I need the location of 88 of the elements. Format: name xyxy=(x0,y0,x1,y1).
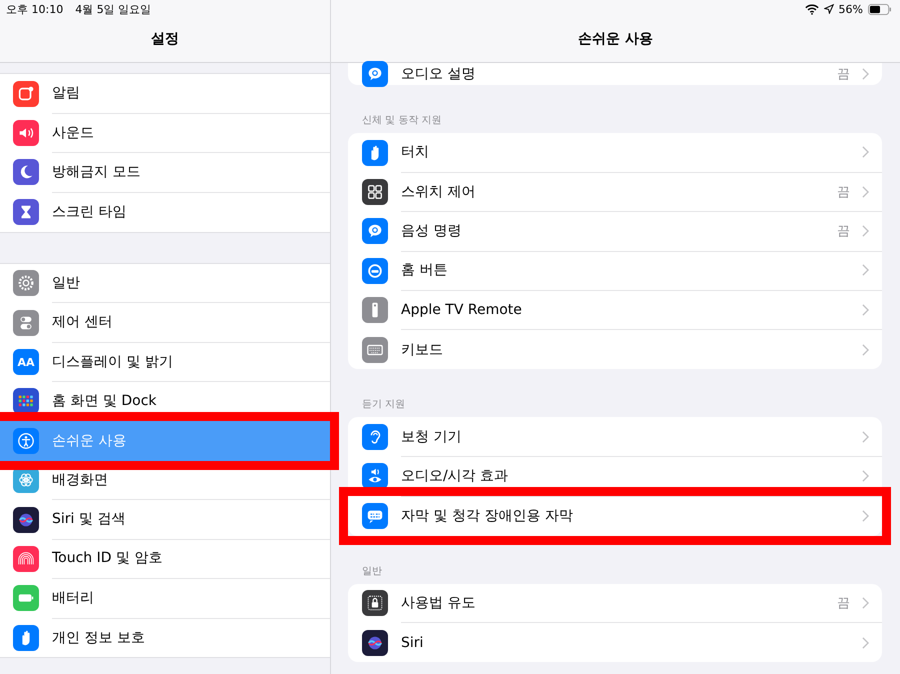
row-label: 보청 기기 xyxy=(401,428,462,446)
display-icon: AA xyxy=(13,349,39,376)
battery-icon xyxy=(13,585,39,612)
chevron-icon xyxy=(862,186,869,198)
status-time: 오후 10:10 xyxy=(6,2,64,16)
accessibility-icon xyxy=(13,428,39,454)
settings-row[interactable]: 보청 기기 xyxy=(348,417,882,457)
row-label: 자막 및 청각 장애인용 자막 xyxy=(401,506,574,525)
settings-menu-item[interactable]: Touch ID 및 암호 xyxy=(0,539,330,579)
speech-bubble-icon xyxy=(362,218,388,244)
settings-row[interactable]: 오디오/시각 효과 xyxy=(348,456,882,496)
row-label: 음성 명령 xyxy=(401,222,462,240)
chevron-icon xyxy=(862,510,869,522)
lock-icon xyxy=(362,590,388,616)
notification-icon xyxy=(13,80,39,107)
status-date: 4월 5일 일요일 xyxy=(75,2,152,16)
caption-bubble-icon xyxy=(362,502,388,529)
settings-menu-item[interactable]: 사운드 xyxy=(0,113,330,153)
wifi-icon xyxy=(804,4,819,14)
siri-orb-icon xyxy=(13,506,39,533)
fingerprint-icon xyxy=(13,546,39,572)
row-label: Apple TV Remote xyxy=(401,302,523,318)
four-squares-icon xyxy=(362,179,388,206)
home-button-icon xyxy=(362,258,388,284)
settings-row[interactable]: Siri xyxy=(348,622,882,662)
chevron-icon xyxy=(862,68,869,80)
speaker-eye-icon xyxy=(362,463,388,490)
settings-row[interactable]: 오디오 설명 끔 xyxy=(348,63,882,85)
row-label: 사용법 유도 xyxy=(401,594,476,612)
settings-row[interactable]: 키보드 xyxy=(348,330,882,370)
moon-icon xyxy=(13,159,39,186)
row-label: 홈 버튼 xyxy=(401,261,448,280)
chevron-icon xyxy=(862,344,869,356)
chevron-icon xyxy=(862,430,869,443)
section-header: 신체 및 동작 지원 xyxy=(361,114,443,128)
chevron-icon xyxy=(862,264,869,276)
row-value: 끔 xyxy=(837,66,850,83)
settings-row[interactable]: 터치 xyxy=(348,133,882,172)
settings-menu-item[interactable]: AA 디스플레이 및 밝기 xyxy=(0,342,330,382)
settings-row[interactable]: 홈 버튼 xyxy=(348,251,882,291)
settings-row[interactable]: 스위치 제어 끔 xyxy=(348,172,882,212)
settings-row[interactable]: 자막 및 청각 장애인용 자막 xyxy=(348,496,882,536)
settings-menu-item[interactable]: 배터리 xyxy=(0,578,330,618)
chevron-icon xyxy=(862,636,869,649)
chevron-icon xyxy=(862,304,869,316)
chevron-icon xyxy=(862,596,869,609)
toggles-icon xyxy=(13,310,39,336)
remote-icon xyxy=(362,297,388,324)
row-value: 끔 xyxy=(837,222,850,240)
settings-menu-item[interactable]: 배경화면 xyxy=(0,460,330,500)
sidebar-title: 설정 xyxy=(150,30,180,48)
row-label: 오디오 설명 xyxy=(401,65,476,83)
row-label: 스위치 제어 xyxy=(401,182,476,201)
speaker-icon xyxy=(13,120,39,146)
row-label: 키보드 xyxy=(401,340,444,359)
gear-icon xyxy=(13,270,39,296)
settings-row[interactable]: 사용법 유도 끔 xyxy=(348,584,882,623)
settings-menu-item[interactable]: 방해금지 모드 xyxy=(0,152,330,192)
hourglass-icon xyxy=(13,198,39,225)
chevron-icon xyxy=(862,146,869,158)
pointing-hand-icon xyxy=(362,140,388,166)
ear-icon xyxy=(362,424,388,450)
app-grid-icon xyxy=(13,388,39,414)
location-arrow-icon xyxy=(824,4,834,14)
row-value: 끔 xyxy=(837,594,850,612)
row-label: 오디오/시각 효과 xyxy=(401,466,510,485)
settings-menu-item[interactable]: 스크린 타임 xyxy=(0,192,330,232)
battery-percent: 56% xyxy=(838,2,863,16)
siri-orb-icon xyxy=(362,630,388,656)
settings-menu-item[interactable]: Siri 및 검색 xyxy=(0,500,330,540)
settings-menu-item[interactable]: 제어 센터 xyxy=(0,302,330,342)
row-label: Siri xyxy=(401,634,424,651)
row-value: 끔 xyxy=(837,184,850,201)
settings-menu-item[interactable]: 일반 xyxy=(0,264,330,303)
section-header: 듣기 지원 xyxy=(361,398,406,412)
settings-row[interactable]: 음성 명령 끔 xyxy=(348,212,882,252)
chevron-icon xyxy=(862,470,869,482)
hand-icon xyxy=(13,624,39,651)
settings-menu-item[interactable]: 알림 xyxy=(0,74,330,114)
settings-row[interactable]: Apple TV Remote xyxy=(348,290,882,330)
keyboard-icon xyxy=(362,336,388,363)
battery-icon xyxy=(868,4,892,14)
chevron-icon xyxy=(862,224,869,237)
flower-icon xyxy=(13,467,39,494)
settings-menu-item[interactable]: 개인 정보 보호 xyxy=(0,618,330,658)
page-title: 손쉬운 사용 xyxy=(577,30,654,48)
section-header: 일반 xyxy=(361,564,383,579)
row-label: 터치 xyxy=(401,143,430,162)
